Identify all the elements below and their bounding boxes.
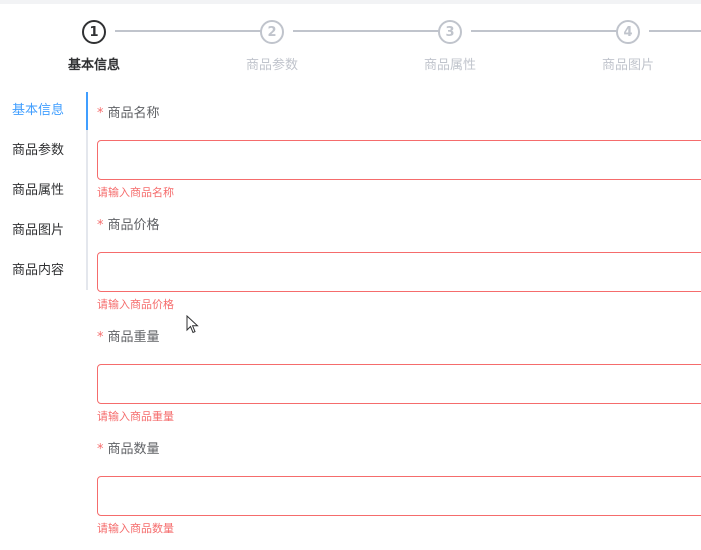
step-title: 基本信息 (67, 58, 120, 73)
step-product-images: 4 商品图片 (546, 18, 701, 78)
required-mark: * (97, 106, 104, 121)
step-number: 1 (82, 20, 106, 44)
product-weight-input[interactable] (98, 365, 701, 403)
product-price-input-wrapper (97, 252, 701, 292)
validation-error: 请输入商品重量 (97, 410, 174, 423)
tab-product-attributes[interactable]: 商品属性 (12, 172, 64, 210)
field-label-text: 商品数量 (107, 442, 160, 457)
field-label: * 商品名称 (97, 102, 160, 121)
field-label: * 商品重量 (97, 326, 160, 345)
top-strip (0, 0, 701, 4)
product-quantity-input[interactable] (98, 477, 701, 515)
step-title: 商品参数 (245, 58, 298, 73)
step-number: 4 (616, 20, 640, 44)
tab-product-params[interactable]: 商品参数 (12, 132, 64, 170)
step-title: 商品图片 (601, 58, 654, 73)
product-weight-input-wrapper (97, 364, 701, 404)
tab-active-indicator (86, 92, 88, 130)
tab-product-content[interactable]: 商品内容 (12, 252, 64, 290)
mouse-pointer-icon (186, 315, 199, 334)
validation-error: 请输入商品数量 (97, 522, 174, 535)
validation-error: 请输入商品价格 (97, 298, 174, 311)
step-connector-line (649, 30, 701, 32)
field-label-text: 商品价格 (107, 218, 160, 233)
step-product-attributes: 3 商品属性 (368, 18, 627, 78)
field-label-text: 商品重量 (107, 330, 160, 345)
product-name-input-wrapper (97, 140, 701, 180)
form-item-product-quantity: * 商品数量 请输入商品数量 (97, 428, 701, 540)
form-item-product-name: * 商品名称 请输入商品名称 (97, 92, 701, 204)
vertical-tabs: 基本信息 商品参数 商品属性 商品图片 商品内容 (0, 92, 88, 290)
product-name-input[interactable] (98, 141, 701, 179)
step-product-params: 2 商品参数 (190, 18, 449, 78)
steps-bar: 1 基本信息 2 商品参数 3 商品属性 4 商品图片 (0, 18, 701, 78)
field-label: * 商品数量 (97, 438, 160, 457)
required-mark: * (97, 330, 104, 345)
validation-error: 请输入商品名称 (97, 186, 174, 199)
tab-product-images[interactable]: 商品图片 (12, 212, 64, 250)
required-mark: * (97, 442, 104, 457)
product-price-input[interactable] (98, 253, 701, 291)
step-title: 商品属性 (423, 58, 476, 73)
tab-basic-info[interactable]: 基本信息 (12, 92, 64, 130)
form-item-product-price: * 商品价格 请输入商品价格 (97, 204, 701, 316)
step-number: 3 (438, 20, 462, 44)
required-mark: * (97, 218, 104, 233)
step-basic-info: 1 基本信息 (12, 18, 271, 78)
field-label-text: 商品名称 (107, 106, 160, 121)
step-number: 2 (260, 20, 284, 44)
field-label: * 商品价格 (97, 214, 160, 233)
product-quantity-input-wrapper (97, 476, 701, 516)
